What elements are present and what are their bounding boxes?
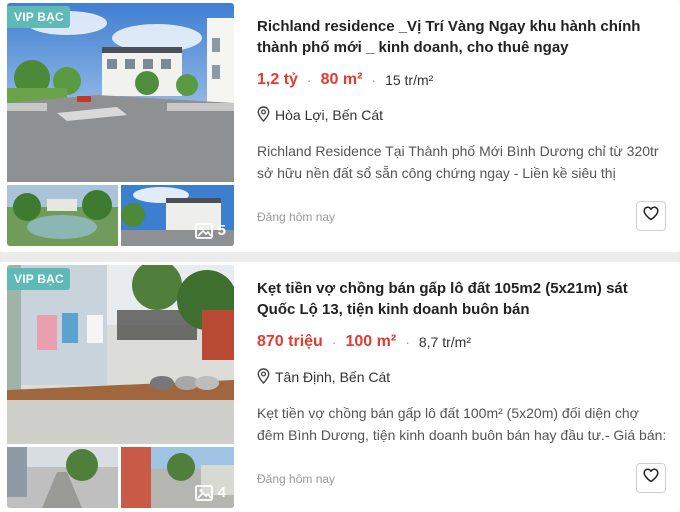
vip-badge: VIP BẠC [7,6,70,28]
listing-description: Richland Residence Tại Thành phố Mới Bìn… [257,143,659,181]
save-favorite-button[interactable] [636,463,666,493]
heart-outline-icon [643,468,659,488]
listing-title[interactable]: Kẹt tiền vợ chồng bán gấp lô đất 105m2 (… [257,278,667,320]
listing-location: Hòa Lợi, Bến Cát [275,107,384,123]
listing-media[interactable]: 4 VIP BẠC [7,265,234,508]
listing-main-photo[interactable] [7,3,234,182]
photo-count-indicator: 5 [194,222,226,239]
listing-area: 80 m² [320,71,363,88]
photo-count-indicator: 4 [194,484,226,501]
posted-time: Đăng hôm nay [257,472,336,486]
listing-info: Richland residence _Vị Trí Vàng Ngay khu… [257,16,667,184]
location-row: Tân Định, Bến Cát [257,367,667,387]
separator: · [331,334,337,350]
price-row: 1,2 tỷ · 80 m² · 15 tr/m² [257,69,667,91]
listing-list: 5 VIP BẠC Richland residence _Vị Trí Vàn… [0,0,680,512]
listing-location: Tân Định, Bến Cát [275,369,391,385]
vip-badge: VIP BẠC [7,268,70,290]
listing-thumb-photo[interactable]: 4 [121,447,234,508]
listing-title[interactable]: Richland residence _Vị Trí Vàng Ngay khu… [257,16,667,58]
separator: · [371,72,377,88]
map-pin-icon [257,367,270,387]
separator: · [306,72,312,88]
listing-media[interactable]: 5 VIP BẠC [7,3,234,246]
photo-count: 4 [217,484,226,501]
map-pin-icon [257,105,270,125]
save-favorite-button[interactable] [636,201,666,231]
listing-description: Kẹt tiền vợ chồng bán gấp lô đất 100m² (… [257,405,667,443]
location-row: Hòa Lợi, Bến Cát [257,105,667,125]
posted-time: Đăng hôm nay [257,210,336,224]
image-gallery-icon [194,222,213,239]
heart-outline-icon [643,206,659,226]
listing-price: 1,2 tỷ [257,71,298,88]
listing-main-photo[interactable] [7,265,234,444]
listing-card[interactable]: 4 VIP BẠC Kẹt tiền vợ chồng bán gấp lô đ… [0,262,680,512]
price-per-m2: 15 tr/m² [385,72,434,88]
listing-thumb-photo[interactable] [7,447,118,508]
image-gallery-icon [194,484,213,501]
photo-count: 5 [217,222,226,239]
listing-card[interactable]: 5 VIP BẠC Richland residence _Vị Trí Vàn… [0,0,680,252]
listing-info: Kẹt tiền vợ chồng bán gấp lô đất 105m2 (… [257,278,667,446]
listing-thumb-photo[interactable] [7,185,118,246]
price-per-m2: 8,7 tr/m² [418,334,471,350]
listing-thumb-photo[interactable]: 5 [121,185,234,246]
listing-area: 100 m² [345,333,397,350]
price-row: 870 triệu · 100 m² · 8,7 tr/m² [257,331,667,353]
listing-price: 870 triệu [257,333,323,350]
separator: · [405,334,410,350]
